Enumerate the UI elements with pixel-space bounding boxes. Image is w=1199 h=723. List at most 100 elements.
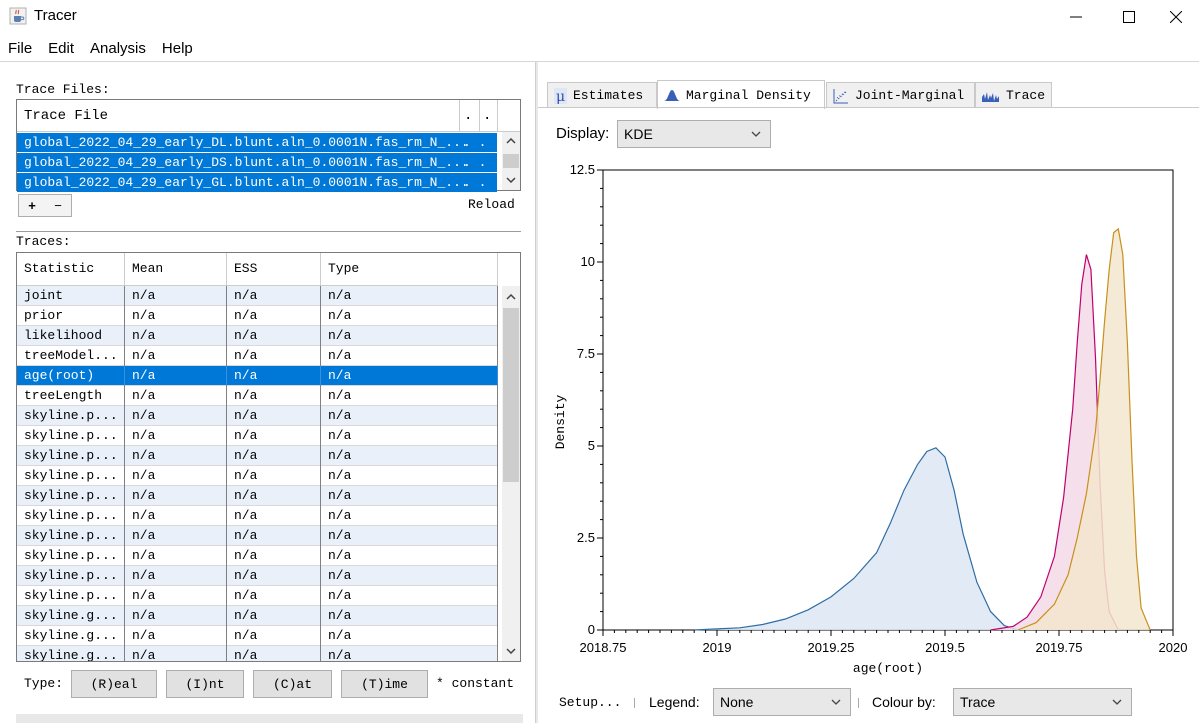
add-trace-file-button[interactable]: + [19,198,45,213]
type-cell: n/a [321,386,498,406]
statistic-column-header[interactable]: Statistic [17,253,125,285]
display-select[interactable]: KDE [617,120,771,148]
trace-file-extra-header-1[interactable]: . . . [460,100,480,131]
mean-cell: n/a [125,626,227,646]
trace-row[interactable]: likelihood n/a n/a n/a [17,326,498,346]
scatter-icon [833,88,848,103]
tab-joint-marginal[interactable]: Joint-Marginal [826,82,975,108]
minimize-icon [1070,16,1082,18]
setup-button[interactable]: Setup... [559,695,621,710]
split-pane-divider[interactable] [535,62,538,723]
maximize-icon [1123,11,1135,23]
type-cell: n/a [321,526,498,546]
tab-trace[interactable]: Trace [975,82,1052,108]
trace-row[interactable]: treeModel... n/a n/a n/a [17,346,498,366]
scroll-down-icon[interactable] [506,648,516,654]
statistic-cell: prior [17,306,125,326]
trace-file-row[interactable]: global_2022_04_29_early_GL.blunt.aln_0.0… [17,173,497,192]
tab-marginal-density[interactable]: Marginal Density [657,80,825,109]
colour-by-select[interactable]: Trace [953,688,1132,716]
ess-cell: n/a [227,546,321,566]
scroll-up-icon[interactable] [506,294,516,300]
tab-label: Estimates [573,88,644,103]
minimize-button[interactable] [1053,0,1099,34]
trace-file-row[interactable]: global_2022_04_29_early_DL.blunt.aln_0.0… [17,133,497,152]
add-remove-group: + − [18,194,72,217]
trace-row[interactable]: skyline.g... n/a n/a n/a [17,646,498,661]
type-cell: n/a [321,506,498,526]
x-tick-label: 2020 [1159,640,1188,655]
trace-row[interactable]: skyline.p... n/a n/a n/a [17,446,498,466]
scroll-thumb[interactable] [503,308,519,482]
trace-row[interactable]: joint n/a n/a n/a [17,286,498,306]
statistic-cell: skyline.p... [17,426,125,446]
mean-cell: n/a [125,286,227,306]
remove-trace-file-button[interactable]: − [45,198,71,213]
scroll-down-icon[interactable] [506,177,516,183]
trace-row[interactable]: skyline.p... n/a n/a n/a [17,426,498,446]
type-cell: n/a [321,586,498,606]
trace-file-row[interactable]: global_2022_04_29_early_DS.blunt.aln_0.0… [17,153,497,172]
chart-options-bar: Setup... Legend: None Colour by: Trace [545,686,1199,720]
trace-row[interactable]: skyline.g... n/a n/a n/a [17,626,498,646]
y-tick-label: 7.5 [577,346,595,361]
scroll-up-icon[interactable] [506,138,516,144]
statistic-cell: skyline.p... [17,406,125,426]
toolbar-separator [634,698,635,708]
type-cell: n/a [321,486,498,506]
trace-row[interactable]: skyline.p... n/a n/a n/a [17,586,498,606]
status-strip [16,714,523,723]
mean-cell: n/a [125,306,227,326]
type-real-button[interactable]: (R)eal [71,670,157,698]
display-label: Display: [556,125,610,142]
trace-row[interactable]: skyline.p... n/a n/a n/a [17,406,498,426]
trace-file-column-header[interactable]: Trace File [17,100,460,131]
type-cell: n/a [321,406,498,426]
statistic-cell: skyline.p... [17,546,125,566]
trace-file-extra: . . . [463,155,497,170]
ess-column-header[interactable]: ESS [227,253,321,285]
menu-file[interactable]: File [8,40,32,57]
trace-row[interactable]: skyline.g... n/a n/a n/a [17,606,498,626]
type-int-button[interactable]: (I)nt [166,670,244,698]
type-column-header[interactable]: Type [321,253,498,285]
tab-estimates[interactable]: μ Estimates [547,82,657,108]
trace-row[interactable]: treeLength n/a n/a n/a [17,386,498,406]
legend-value: None [720,694,754,710]
marginal-density-chart: 2018.75 2019 2019.25 2019.5 2019.75 2020 0 2.5 5… [553,162,1188,676]
trace-row[interactable]: skyline.p... n/a n/a n/a [17,526,498,546]
y-tick-label: 12.5 [570,162,595,177]
type-time-button[interactable]: (T)ime [341,670,428,698]
mean-cell: n/a [125,406,227,426]
ess-cell: n/a [227,346,321,366]
scroll-thumb[interactable] [503,154,519,168]
legend-select[interactable]: None [713,688,851,716]
traces-scrollbar[interactable] [502,286,520,661]
menu-edit[interactable]: Edit [48,40,74,57]
close-button[interactable] [1153,0,1199,34]
trace-file-extra-header-2[interactable]: . . [480,100,498,131]
trace-row[interactable]: skyline.p... n/a n/a n/a [17,466,498,486]
trace-files-scrollbar[interactable] [502,132,520,190]
statistic-cell: skyline.p... [17,466,125,486]
maximize-button[interactable] [1106,0,1152,34]
ess-cell: n/a [227,626,321,646]
trace-row[interactable]: age(root) n/a n/a n/a [17,366,498,386]
ess-cell: n/a [227,446,321,466]
trace-row[interactable]: prior n/a n/a n/a [17,306,498,326]
mean-column-header[interactable]: Mean [125,253,227,285]
trace-row[interactable]: skyline.p... n/a n/a n/a [17,506,498,526]
menu-analysis[interactable]: Analysis [90,40,146,57]
trace-row[interactable]: skyline.p... n/a n/a n/a [17,566,498,586]
reload-button[interactable]: Reload [468,197,515,212]
statistic-cell: skyline.p... [17,486,125,506]
type-cell: n/a [321,326,498,346]
trace-row[interactable]: skyline.p... n/a n/a n/a [17,546,498,566]
constant-note: * constant [436,676,515,691]
type-cell: n/a [321,366,498,386]
menu-help[interactable]: Help [162,40,193,57]
traces-label: Traces: [16,234,71,249]
type-cat-button[interactable]: (C)at [253,670,332,698]
mean-cell: n/a [125,586,227,606]
trace-row[interactable]: skyline.p... n/a n/a n/a [17,486,498,506]
